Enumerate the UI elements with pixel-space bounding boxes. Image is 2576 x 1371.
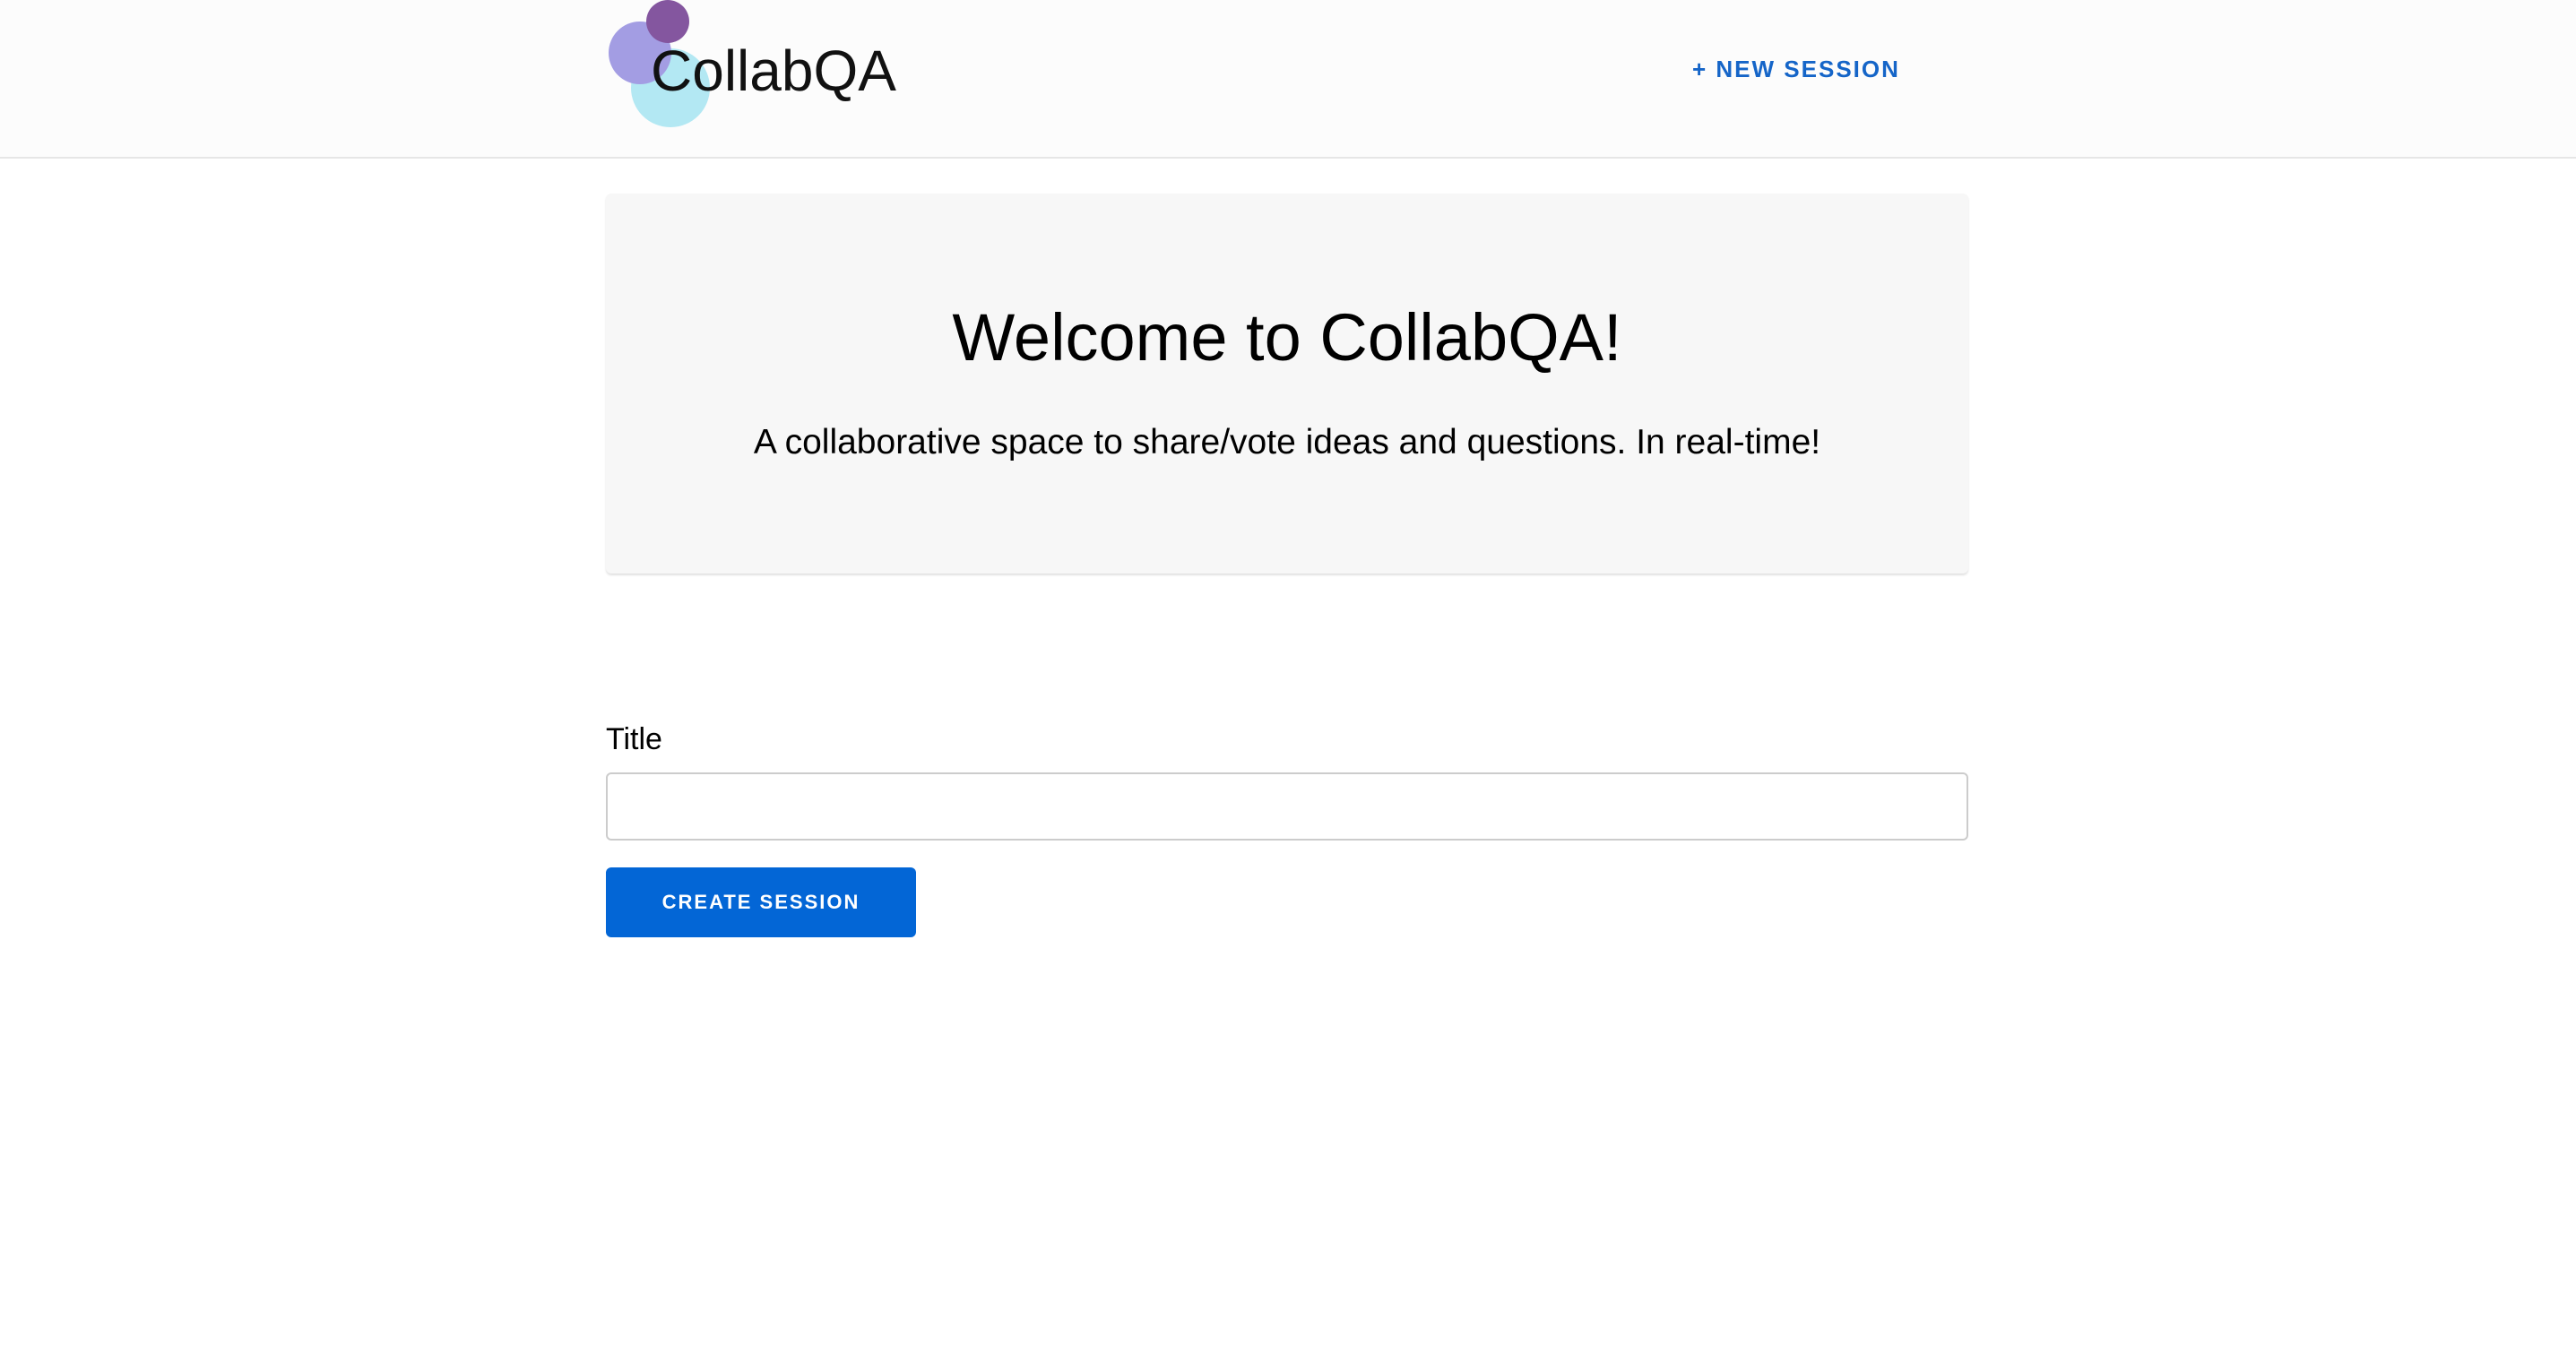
- title-label: Title: [606, 722, 662, 756]
- welcome-subtitle: A collaborative space to share/vote idea…: [753, 423, 1821, 461]
- title-input[interactable]: [606, 772, 1968, 841]
- new-session-link[interactable]: + NEW SESSION: [1692, 56, 1900, 83]
- logo-circle-dark: [646, 0, 689, 43]
- create-session-button[interactable]: CREATE SESSION: [606, 867, 916, 937]
- top-bar: CollabQA + NEW SESSION: [0, 0, 2576, 159]
- welcome-banner: Welcome to CollabQA! A collaborative spa…: [606, 194, 1968, 573]
- logo-text: CollabQA: [651, 39, 896, 103]
- welcome-title: Welcome to CollabQA!: [952, 300, 1622, 375]
- collabqa-logo[interactable]: CollabQA: [606, 0, 911, 127]
